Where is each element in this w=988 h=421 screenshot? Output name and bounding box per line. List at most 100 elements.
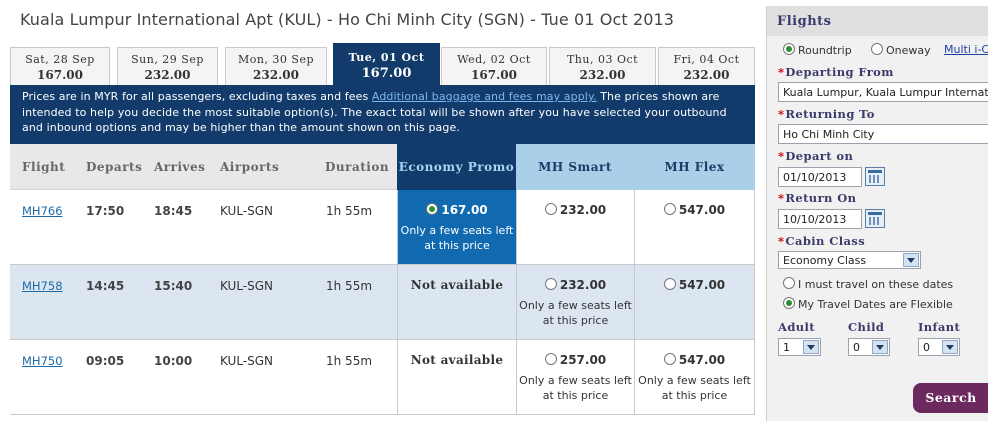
fare-price: 167.00 bbox=[441, 203, 488, 217]
duration: 1h 55m bbox=[326, 204, 373, 218]
fare-note: Only a few seats left at this price bbox=[519, 299, 632, 327]
fare-cell-economy-promo[interactable]: 167.00 Only a few seats left at this pri… bbox=[397, 190, 516, 264]
airports: KUL-SGN bbox=[220, 279, 274, 293]
flexible-dates-label: My Travel Dates are Flexible bbox=[798, 298, 953, 311]
oneway-radio[interactable] bbox=[871, 43, 883, 55]
fare-price: 232.00 bbox=[559, 203, 607, 217]
date-tab-wed-02-oct[interactable]: Wed, 02 Oct 167.00 bbox=[441, 47, 547, 85]
date-tab-sat-28-sep[interactable]: Sat, 28 Sep 167.00 bbox=[10, 47, 110, 85]
flight-number-link[interactable]: MH750 bbox=[22, 354, 63, 368]
fare-cell-economy-promo: Not available bbox=[397, 265, 516, 339]
col-flight: Flight bbox=[22, 160, 66, 174]
infant-select[interactable]: 0 bbox=[918, 338, 960, 356]
fare-price: 232.00 bbox=[559, 278, 607, 292]
duration: 1h 55m bbox=[326, 279, 373, 293]
date-tab-label: Thu, 03 Oct bbox=[566, 53, 639, 66]
trip-type-oneway[interactable]: Oneway bbox=[871, 43, 931, 57]
duration: 1h 55m bbox=[326, 354, 373, 368]
date-tab-fri-04-oct[interactable]: Fri, 04 Oct 232.00 bbox=[658, 47, 755, 85]
date-tab-label: Sun, 29 Sep bbox=[131, 53, 204, 66]
depart-date-input[interactable]: 01/10/2013 bbox=[778, 167, 862, 187]
table-header: Flight Departs Arrives Airports Duration… bbox=[10, 144, 755, 190]
adult-select[interactable]: 1 bbox=[778, 338, 821, 356]
price-info-notice: Prices are in MYR for all passengers, ex… bbox=[10, 85, 755, 144]
multi-city-link-wrap: Multi i-City bbox=[944, 43, 988, 56]
col-airports: Airports bbox=[220, 160, 280, 174]
date-tab-label: Tue, 01 Oct bbox=[348, 51, 425, 64]
must-travel-radio[interactable] bbox=[783, 277, 795, 289]
arrives-time: 10:00 bbox=[154, 354, 193, 368]
date-tab-price: 232.00 bbox=[144, 68, 191, 82]
fare-radio[interactable] bbox=[663, 353, 676, 365]
col-departs: Departs bbox=[86, 160, 143, 174]
chevron-down-icon bbox=[803, 340, 819, 354]
table-row: MH750 09:05 10:00 KUL-SGN 1h 55m Not ava… bbox=[10, 340, 755, 415]
date-tab-sun-29-sep[interactable]: Sun, 29 Sep 232.00 bbox=[117, 47, 218, 85]
search-button[interactable]: Search bbox=[913, 383, 988, 413]
fare-radio[interactable] bbox=[544, 353, 557, 365]
date-tab-price: 167.00 bbox=[361, 66, 412, 81]
fare-cell-mh-flex[interactable]: 547.00 bbox=[634, 265, 755, 339]
date-tab-price: 167.00 bbox=[37, 68, 83, 82]
must-travel-label: I must travel on these dates bbox=[798, 278, 954, 291]
fare-price: 547.00 bbox=[678, 278, 726, 292]
flight-number-link[interactable]: MH766 bbox=[22, 204, 63, 218]
departing-from-input[interactable]: Kuala Lumpur, Kuala Lumpur International bbox=[778, 82, 988, 102]
fare-radio-selected[interactable] bbox=[426, 203, 439, 215]
child-label: Child bbox=[848, 320, 885, 334]
flight-number-link[interactable]: MH758 bbox=[22, 279, 63, 293]
fare-cell-mh-smart[interactable]: 257.00 Only a few seats left at this pri… bbox=[516, 340, 634, 414]
fare-cell-mh-flex[interactable]: 547.00 bbox=[634, 190, 755, 264]
panel-title: Flights bbox=[767, 6, 988, 36]
adult-value: 1 bbox=[783, 341, 790, 354]
date-tab-mon-30-sep[interactable]: Mon, 30 Sep 232.00 bbox=[225, 47, 327, 85]
infant-label: Infant bbox=[918, 320, 961, 334]
multi-city-link[interactable]: Multi i-City bbox=[944, 43, 988, 56]
col-mh-flex: MH Flex bbox=[634, 144, 755, 190]
arrives-time: 15:40 bbox=[154, 279, 193, 293]
depart-on-label: *Depart on bbox=[778, 149, 854, 163]
calendar-icon[interactable] bbox=[865, 209, 885, 228]
flexible-dates-radio[interactable] bbox=[783, 297, 795, 309]
date-tab-thu-03-oct[interactable]: Thu, 03 Oct 232.00 bbox=[549, 47, 656, 85]
fare-radio[interactable] bbox=[663, 278, 676, 290]
arrives-time: 18:45 bbox=[154, 204, 193, 218]
date-tab-tue-01-oct[interactable]: Tue, 01 Oct 167.00 bbox=[333, 43, 440, 85]
fare-price: 547.00 bbox=[678, 203, 726, 217]
infant-value: 0 bbox=[923, 341, 930, 354]
fare-radio[interactable] bbox=[663, 203, 676, 215]
fare-cell-mh-smart[interactable]: 232.00 Only a few seats left at this pri… bbox=[516, 265, 634, 339]
cabin-class-select[interactable]: Economy Class bbox=[778, 251, 921, 269]
flexible-dates-option[interactable]: My Travel Dates are Flexible bbox=[783, 297, 953, 311]
trip-type-roundtrip[interactable]: Roundtrip bbox=[783, 43, 852, 57]
route-title: Kuala Lumpur International Apt (KUL) - H… bbox=[20, 10, 675, 29]
date-tab-price: 167.00 bbox=[471, 68, 517, 82]
fare-note: Only a few seats left at this price bbox=[400, 224, 514, 252]
fare-radio[interactable] bbox=[544, 278, 557, 290]
chevron-down-icon bbox=[872, 340, 888, 354]
child-select[interactable]: 0 bbox=[848, 338, 890, 356]
returning-to-label: *Returning To bbox=[778, 107, 875, 121]
fare-price: 257.00 bbox=[559, 353, 607, 367]
fare-radio[interactable] bbox=[544, 203, 557, 215]
calendar-icon[interactable] bbox=[865, 167, 885, 186]
date-tab-label: Fri, 04 Oct bbox=[673, 53, 740, 66]
col-arrives: Arrives bbox=[154, 160, 206, 174]
must-travel-option[interactable]: I must travel on these dates bbox=[783, 277, 953, 291]
not-available-label: Not available bbox=[410, 353, 504, 367]
baggage-fees-link[interactable]: Additional baggage and fees may apply. bbox=[372, 90, 597, 103]
chevron-down-icon bbox=[903, 253, 919, 267]
fare-cell-mh-smart[interactable]: 232.00 bbox=[516, 190, 634, 264]
date-tab-label: Wed, 02 Oct bbox=[457, 53, 531, 66]
departing-from-label: *Departing From bbox=[778, 65, 894, 79]
date-tab-price: 232.00 bbox=[579, 68, 626, 82]
fare-cell-economy-promo: Not available bbox=[397, 340, 516, 414]
returning-to-input[interactable]: Ho Chi Minh City bbox=[778, 124, 988, 144]
fare-price: 547.00 bbox=[678, 353, 726, 367]
return-date-input[interactable]: 10/10/2013 bbox=[778, 209, 862, 229]
fare-cell-mh-flex[interactable]: 547.00 Only a few seats left at this pri… bbox=[634, 340, 755, 414]
chevron-down-icon bbox=[942, 340, 958, 354]
roundtrip-radio[interactable] bbox=[783, 43, 795, 55]
roundtrip-label: Roundtrip bbox=[798, 44, 852, 57]
info-text-before: Prices are in MYR for all passengers, ex… bbox=[22, 90, 372, 103]
